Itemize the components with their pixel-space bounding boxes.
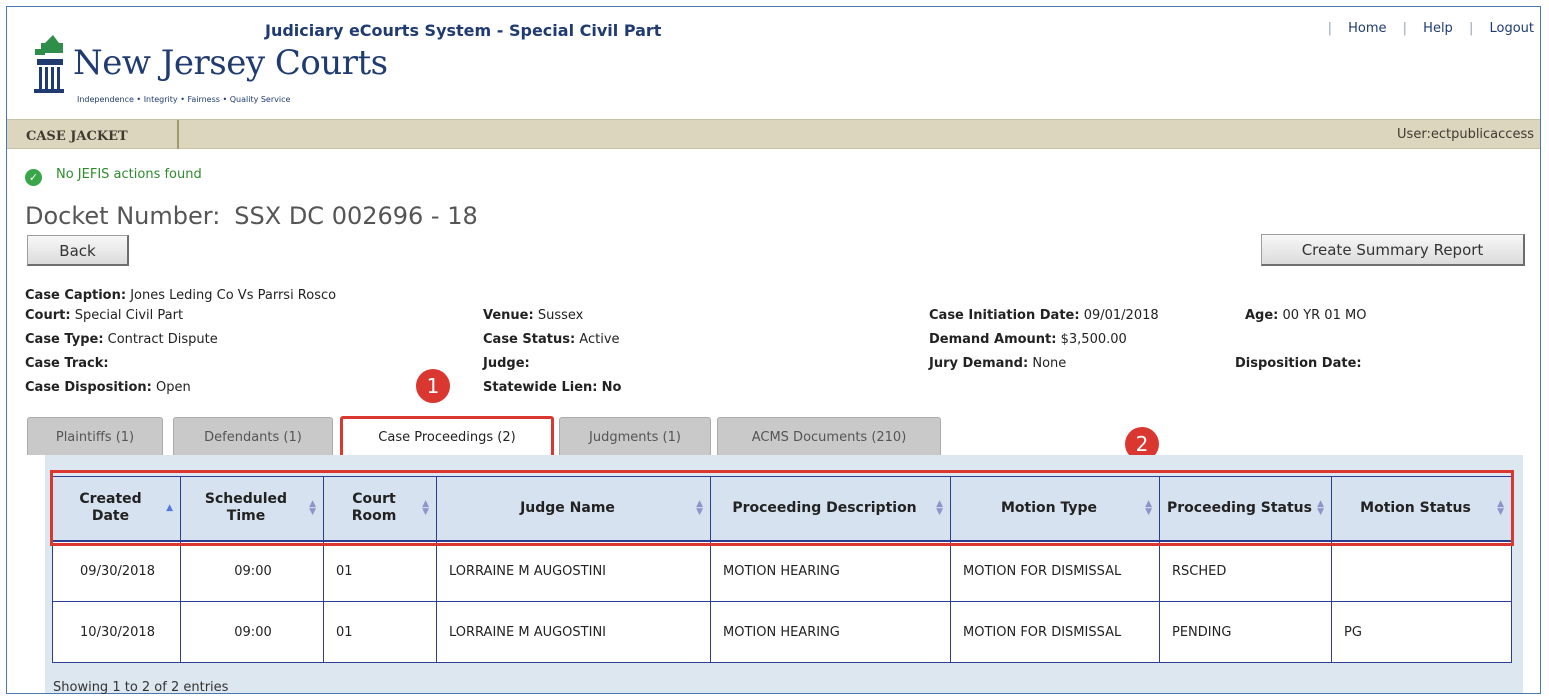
back-button[interactable]: Back <box>27 235 129 266</box>
nav-case-jacket[interactable]: CASE JACKET <box>7 120 179 149</box>
table-row[interactable]: 10/30/2018 09:00 01 LORRAINE M AUGOSTINI… <box>52 601 1512 663</box>
sort-icon: ▲ ▼ <box>696 499 703 518</box>
sort-icon: ▲ ▼ <box>1317 499 1324 518</box>
case-status: Case Status: Active <box>483 332 620 347</box>
col-judge-name[interactable]: Judge Name ▲ ▼ <box>436 476 711 541</box>
system-title: Judiciary eCourts System - Special Civil… <box>265 21 662 40</box>
disposition-date: Disposition Date: <box>1235 356 1362 371</box>
notice-text: No JEFIS actions found <box>56 167 202 182</box>
cell-created-date: 09/30/2018 <box>52 539 181 602</box>
case-disposition: Case Disposition: Open <box>25 380 191 395</box>
create-summary-report-button[interactable]: Create Summary Report <box>1261 234 1525 266</box>
jefis-notice: ✓ No JEFIS actions found <box>25 167 202 186</box>
demand-amount: Demand Amount: $3,500.00 <box>929 332 1127 347</box>
col-scheduled-time[interactable]: Scheduled Time ▲ ▼ <box>180 476 324 541</box>
case-court: Court: Special Civil Part <box>25 308 184 323</box>
cell-proceeding-status: PENDING <box>1159 601 1332 663</box>
cell-proceeding-description: MOTION HEARING <box>710 601 951 663</box>
app-window: Judiciary eCourts System - Special Civil… <box>6 6 1541 695</box>
sort-icon: ▲ ▼ <box>422 499 429 518</box>
sort-icon: ▲ ▼ <box>1497 499 1504 518</box>
tab-acms-documents[interactable]: ACMS Documents (210) <box>717 417 941 455</box>
col-proceeding-status[interactable]: Proceeding Status ▲ ▼ <box>1159 476 1332 541</box>
cell-motion-type: MOTION FOR DISMISSAL <box>950 539 1160 602</box>
user-label: User:ectpublicaccess <box>1397 127 1534 142</box>
cell-judge-name: LORRAINE M AUGOSTINI <box>436 539 711 602</box>
tab-case-proceedings[interactable]: Case Proceedings (2) <box>340 416 554 458</box>
sort-icon: ▲ ▼ <box>1145 499 1152 518</box>
docket-number: Docket Number: SSX DC 002696 - 18 <box>25 202 478 230</box>
case-initiation-date: Case Initiation Date: 09/01/2018 <box>929 308 1159 323</box>
cell-court-room: 01 <box>323 539 437 602</box>
table-info: Showing 1 to 2 of 2 entries <box>53 680 229 695</box>
cell-judge-name: LORRAINE M AUGOSTINI <box>436 601 711 663</box>
cell-created-date: 10/30/2018 <box>52 601 181 663</box>
jury-demand: Jury Demand: None <box>929 356 1067 371</box>
cell-scheduled-time: 09:00 <box>180 601 324 663</box>
col-motion-status[interactable]: Motion Status ▲ ▼ <box>1331 476 1512 541</box>
cell-court-room: 01 <box>323 601 437 663</box>
table-row[interactable]: 09/30/2018 09:00 01 LORRAINE M AUGOSTINI… <box>52 539 1512 602</box>
cell-motion-status: PG <box>1331 601 1512 663</box>
cell-motion-type: MOTION FOR DISMISSAL <box>950 601 1160 663</box>
case-age: Age: 00 YR 01 MO <box>1245 308 1367 323</box>
cell-motion-status <box>1331 539 1512 602</box>
top-links: | Home | Help | Logout <box>1327 21 1534 36</box>
statewide-lien: Statewide Lien: No <box>483 380 622 395</box>
nj-courts-logo-icon <box>34 35 64 93</box>
annotation-marker-1: 1 <box>416 369 450 403</box>
page-header: Judiciary eCourts System - Special Civil… <box>7 7 1540 119</box>
table-header-row: Created Date ▲ Scheduled Time ▲ ▼ Court Roo… <box>52 476 1512 541</box>
docket-label: Docket Number: <box>25 202 221 230</box>
case-track: Case Track: <box>25 356 109 371</box>
docket-value: SSX DC 002696 - 18 <box>234 202 478 230</box>
case-caption: Case Caption: Jones Leding Co Vs Parrsi … <box>25 288 337 303</box>
cell-proceeding-description: MOTION HEARING <box>710 539 951 602</box>
case-venue: Venue: Sussex <box>483 308 584 323</box>
logout-link[interactable]: Logout <box>1489 21 1534 36</box>
col-proceeding-description[interactable]: Proceeding Description ▲ ▼ <box>710 476 951 541</box>
col-created-date[interactable]: Created Date ▲ <box>52 476 181 541</box>
tab-defendants[interactable]: Defendants (1) <box>173 417 333 455</box>
sort-icon: ▲ ▼ <box>309 499 316 518</box>
nav-bar: CASE JACKET User:ectpublicaccess <box>7 119 1540 149</box>
col-motion-type[interactable]: Motion Type ▲ ▼ <box>950 476 1160 541</box>
cell-proceeding-status: RSCHED <box>1159 539 1332 602</box>
sort-asc-icon: ▲ <box>166 503 173 514</box>
case-judge: Judge: <box>483 356 530 371</box>
tab-plaintiffs[interactable]: Plaintiffs (1) <box>27 417 163 455</box>
col-court-room[interactable]: Court Room ▲ ▼ <box>323 476 437 541</box>
logo-title: New Jersey Courts <box>73 43 388 83</box>
check-circle-icon: ✓ <box>25 169 42 186</box>
sort-icon: ▲ ▼ <box>936 499 943 518</box>
help-link[interactable]: Help <box>1423 21 1453 36</box>
proceedings-table: Created Date ▲ Scheduled Time ▲ ▼ Court Roo… <box>52 476 1512 663</box>
tab-judgments[interactable]: Judgments (1) <box>559 417 711 455</box>
home-link[interactable]: Home <box>1348 21 1386 36</box>
cell-scheduled-time: 09:00 <box>180 539 324 602</box>
logo-tagline: Independence • Integrity • Fairness • Qu… <box>77 95 291 104</box>
case-type: Case Type: Contract Dispute <box>25 332 218 347</box>
